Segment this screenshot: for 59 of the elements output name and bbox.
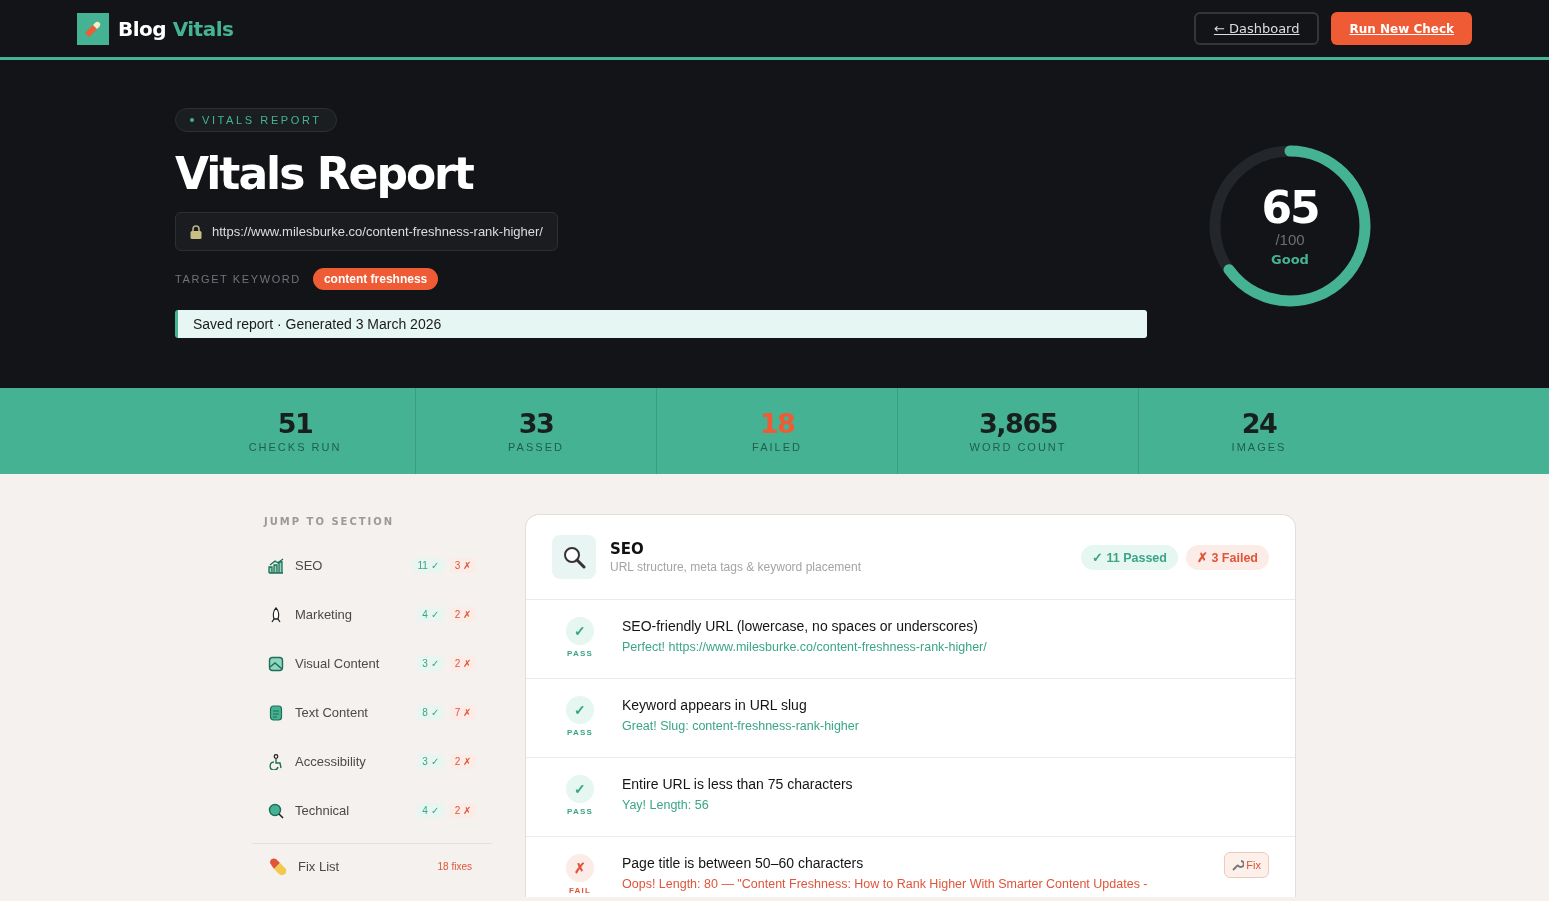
score-max: /100 [1275, 231, 1305, 248]
stat-label: PASSED [508, 441, 564, 453]
status-mark: ✓ [566, 775, 594, 803]
document-icon [268, 704, 284, 721]
status-label: PASS [567, 728, 593, 737]
check-title: Keyword appears in URL slug [622, 697, 808, 713]
status-mark: ✓ [566, 696, 594, 724]
notice-banner: Saved report · Generated 3 March 2026 [175, 310, 1147, 338]
sidebar-item[interactable]: SEO 11 ✓ 3 ✗ [252, 541, 492, 590]
section-title: SEO [610, 540, 645, 558]
check-detail: Perfect! https://www.milesburke.co/content-freshness-rank-higher/ [622, 640, 988, 654]
sidebar-item[interactable]: Technical 4 ✓ 2 ✗ [252, 786, 492, 835]
fix-button[interactable]: Fix [1224, 852, 1269, 878]
score-value: 65 [1261, 185, 1319, 231]
check-detail: Great! Slug: content-freshness-rank-higher [622, 719, 860, 733]
report-badge: VITALS REPORT [175, 108, 337, 132]
sidebar-item[interactable]: Visual Content 3 ✓ 2 ✗ [252, 639, 492, 688]
url-field: https://www.milesburke.co/content-freshness-rank-higher/ [175, 212, 558, 251]
status-label: PASS [567, 807, 593, 816]
check-title: Entire URL is less than 75 characters [622, 776, 854, 792]
failed-badge: ✗ 3 Failed [1185, 544, 1269, 570]
dashboard-button[interactable]: ← Dashboard [1193, 12, 1320, 45]
stat-label: WORD COUNT [969, 441, 1067, 453]
logo-icon [77, 12, 109, 45]
check-title: SEO-friendly URL (lowercase, no spaces or underscores) [622, 618, 979, 634]
passed-badge: ✓ 11 Passed [1081, 544, 1178, 570]
brand-name: Blog Vitals [118, 16, 234, 41]
check-detail: Yay! Length: 56 [622, 798, 710, 812]
keyword-tag: content freshness [312, 268, 439, 290]
page-title: Vitals Report [175, 148, 473, 200]
sidebar-heading: JUMP TO SECTION [264, 516, 396, 527]
sidebar-item[interactable]: Text Content 8 ✓ 7 ✗ [252, 688, 492, 737]
score-rating: Good [1271, 252, 1309, 267]
stat-value: 3,865 [979, 409, 1057, 439]
fix-list-link[interactable]: Fix List 18 fixes [252, 854, 492, 878]
status-label: FAIL [568, 886, 592, 895]
pill-icon [268, 857, 288, 875]
person-icon [268, 753, 284, 770]
keyword-label: TARGET KEYWORD [175, 273, 301, 285]
status-mark: ✗ [566, 854, 594, 882]
search-icon [562, 545, 586, 569]
stat-value: 18 [759, 409, 795, 439]
stat-value: 51 [277, 409, 313, 439]
stat-label: CHECKS RUN [248, 441, 342, 453]
lock-icon [190, 224, 202, 239]
status-mark: ✓ [566, 617, 594, 645]
image-icon [268, 655, 284, 672]
sidebar-item[interactable]: Marketing 4 ✓ 2 ✗ [252, 590, 492, 639]
status-label: PASS [567, 649, 593, 658]
sidebar-item[interactable]: Accessibility 3 ✓ 2 ✗ [252, 737, 492, 786]
section-subtitle: URL structure, meta tags & keyword placement [610, 560, 862, 574]
check-detail: Oops! Length: 80 — "Content Freshness: How to Rank Higher With Smarter Content Updates - [622, 877, 1149, 891]
chart-icon [268, 557, 284, 574]
magnifier-icon [268, 802, 284, 819]
stat-label: FAILED [752, 441, 802, 453]
stat-label: IMAGES [1231, 441, 1287, 453]
stat-value: 24 [1241, 409, 1277, 439]
stat-value: 33 [518, 409, 554, 439]
check-title: Page title is between 50–60 characters [622, 855, 865, 871]
